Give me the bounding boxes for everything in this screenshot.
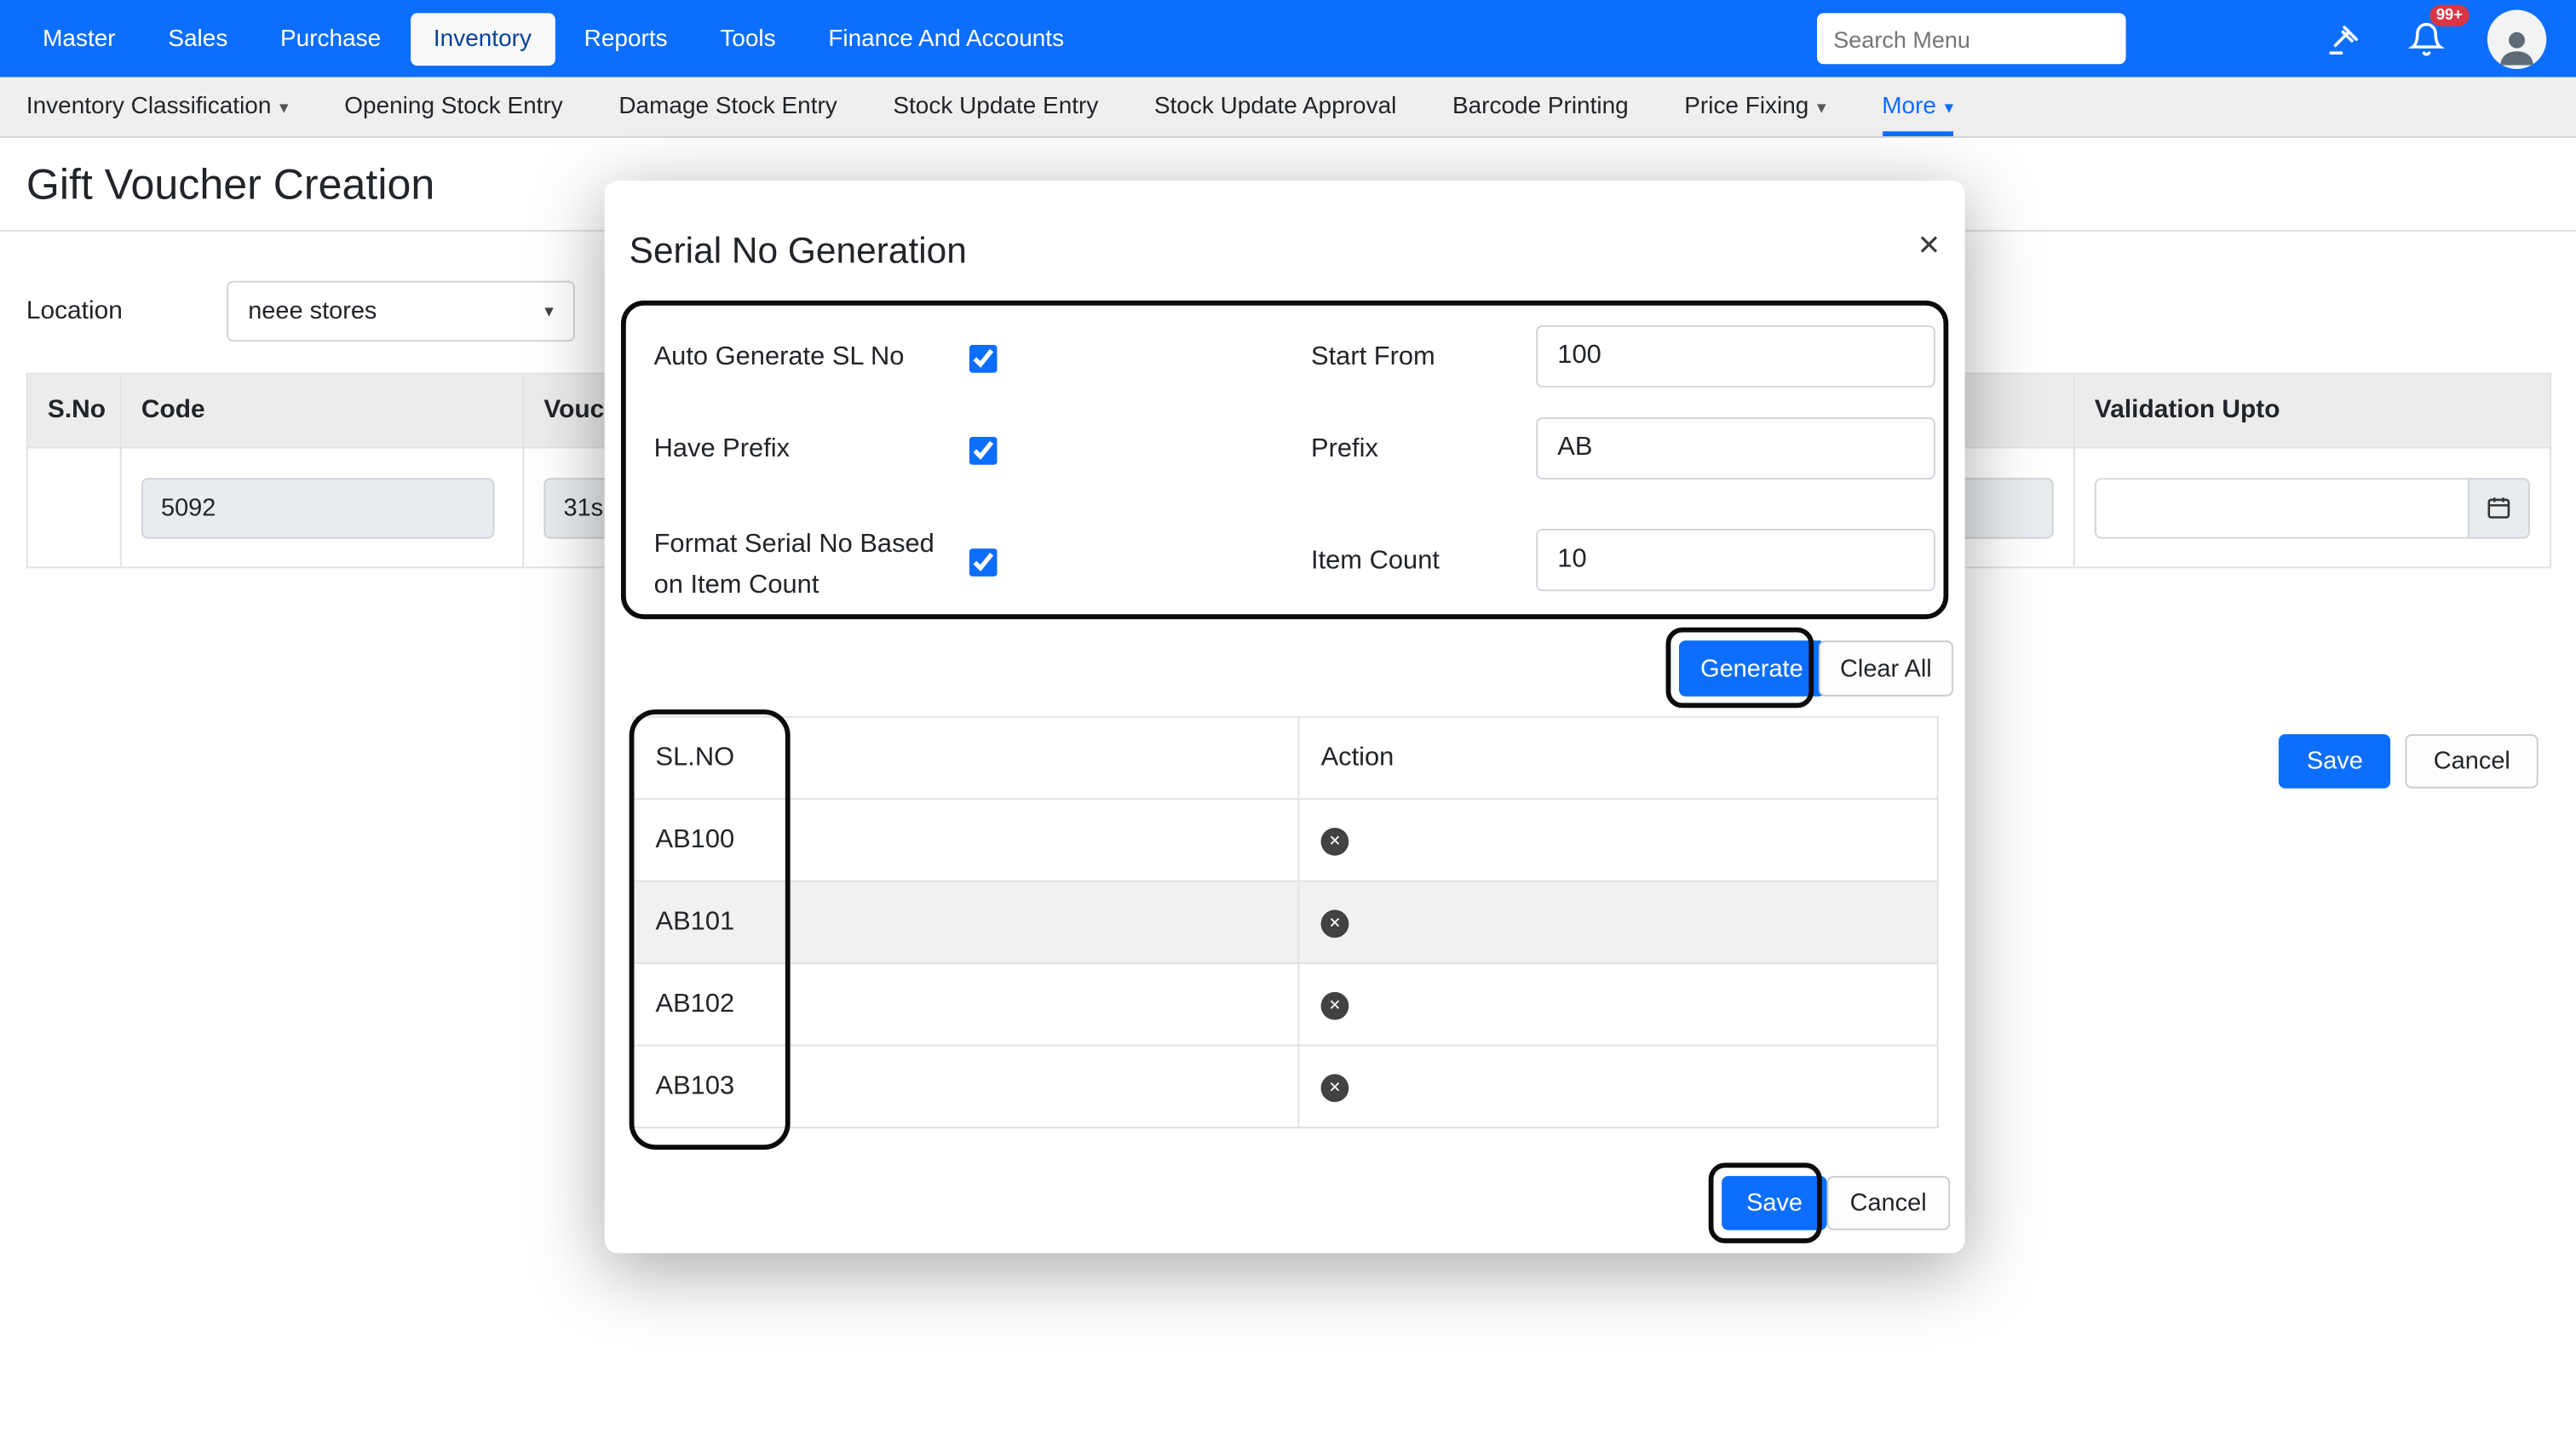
subnav-label: Inventory Classification — [26, 94, 272, 120]
nav-sales[interactable]: Sales — [145, 12, 250, 65]
serial-action-cell: ✕ — [1299, 881, 1938, 963]
delete-circle-icon[interactable]: ✕ — [1321, 992, 1349, 1020]
serial-row: AB102 ✕ — [633, 963, 1937, 1045]
nav-inventory[interactable]: Inventory — [411, 12, 555, 65]
col-sno: S.No — [27, 374, 121, 448]
serial-action-cell: ✕ — [1299, 963, 1938, 1045]
location-selected-value: neee stores — [248, 297, 377, 325]
serial-value: AB101 — [633, 881, 1298, 963]
top-navbar: Master Sales Purchase Inventory Reports … — [0, 0, 2576, 77]
page-save-button[interactable]: Save — [2279, 734, 2391, 789]
subnav-label: Opening Stock Entry — [344, 94, 562, 120]
calendar-icon[interactable] — [2468, 477, 2530, 537]
auto-generate-label: Auto Generate SL No — [654, 343, 905, 373]
modal-title: Serial No Generation — [630, 230, 967, 273]
col-code: Code — [121, 374, 523, 448]
subnav-inventory-classification[interactable]: Inventory Classification ▾ — [26, 77, 289, 136]
app-window: Master Sales Purchase Inventory Reports … — [0, 0, 2576, 1429]
serial-action-cell: ✕ — [1299, 1046, 1938, 1128]
delete-circle-icon[interactable]: ✕ — [1321, 1074, 1349, 1102]
subnav-barcode-printing[interactable]: Barcode Printing — [1452, 77, 1629, 136]
search-menu-input[interactable] — [1817, 13, 2126, 64]
clear-all-button[interactable]: Clear All — [1819, 640, 1953, 697]
serial-value: AB102 — [633, 963, 1298, 1045]
subnav-stock-update-approval[interactable]: Stock Update Approval — [1154, 77, 1396, 136]
have-prefix-label: Have Prefix — [654, 435, 790, 465]
subnav-price-fixing[interactable]: Price Fixing ▾ — [1684, 77, 1826, 136]
modal-cancel-button[interactable]: Cancel — [1827, 1176, 1950, 1231]
subnav-label: Stock Update Entry — [893, 94, 1098, 120]
cell-validation-upto — [2074, 448, 2550, 568]
nav-tools[interactable]: Tools — [697, 12, 798, 65]
page-title: Gift Voucher Creation — [26, 158, 434, 209]
chevron-down-icon: ▾ — [1817, 96, 1826, 118]
page-cancel-button[interactable]: Cancel — [2406, 734, 2539, 789]
serial-row: AB100 ✕ — [633, 799, 1937, 881]
nav-master[interactable]: Master — [20, 12, 138, 65]
notifications-bell-icon[interactable]: 99+ — [2405, 17, 2447, 60]
prefix-input[interactable] — [1536, 417, 1935, 479]
validation-date-input[interactable] — [2095, 477, 2468, 537]
serial-numbers-table: SL.NO Action AB100 ✕ AB101 ✕ AB102 ✕ — [632, 716, 1938, 1128]
col-validation-upto: Validation Upto — [2074, 374, 2550, 448]
col-slno: SL.NO — [633, 717, 1298, 799]
nav-purchase[interactable]: Purchase — [257, 12, 404, 65]
chevron-down-icon: ▾ — [1945, 96, 1954, 118]
delete-circle-icon[interactable]: ✕ — [1321, 910, 1349, 938]
item-count-label: Item Count — [1311, 547, 1440, 577]
subnav-more[interactable]: More ▾ — [1882, 77, 1953, 136]
subnav-label: More — [1882, 94, 1936, 120]
user-avatar[interactable] — [2487, 9, 2546, 68]
close-icon[interactable]: ✕ — [1911, 223, 1947, 269]
format-serial-label: Format Serial No Based on Item Count — [654, 525, 937, 607]
serial-value: AB103 — [633, 1046, 1298, 1128]
code-field — [141, 477, 495, 537]
serial-value: AB100 — [633, 799, 1298, 881]
chevron-down-icon: ▾ — [544, 301, 554, 322]
nav-finance[interactable]: Finance And Accounts — [805, 12, 1087, 65]
subnav-label: Damage Stock Entry — [618, 94, 837, 120]
delete-circle-icon[interactable]: ✕ — [1321, 828, 1349, 856]
nav-reports[interactable]: Reports — [561, 12, 691, 65]
col-action: Action — [1299, 717, 1938, 799]
serial-table-header: SL.NO Action — [633, 717, 1937, 799]
subnav-opening-stock-entry[interactable]: Opening Stock Entry — [344, 77, 562, 136]
inventory-sub-navbar: Inventory Classification ▾ Opening Stock… — [0, 77, 2576, 138]
notification-count-badge: 99+ — [2429, 4, 2470, 26]
top-nav-right: 99+ — [1817, 9, 2556, 68]
location-label: Location — [26, 296, 227, 326]
cell-code — [121, 448, 523, 568]
subnav-damage-stock-entry[interactable]: Damage Stock Entry — [618, 77, 837, 136]
serial-action-cell: ✕ — [1299, 799, 1938, 881]
subnav-label: Price Fixing — [1684, 94, 1808, 120]
gavel-icon[interactable] — [2323, 17, 2366, 60]
start-from-label: Start From — [1311, 343, 1435, 373]
cell-sno — [27, 448, 121, 568]
subnav-stock-update-entry[interactable]: Stock Update Entry — [893, 77, 1098, 136]
modal-save-button[interactable]: Save — [1722, 1176, 1827, 1231]
start-from-input[interactable] — [1536, 325, 1935, 387]
generate-button[interactable]: Generate — [1679, 640, 1825, 697]
location-select[interactable]: neee stores ▾ — [227, 281, 575, 341]
serial-row: AB103 ✕ — [633, 1046, 1937, 1128]
subnav-label: Barcode Printing — [1452, 94, 1629, 120]
have-prefix-checkbox[interactable] — [969, 437, 998, 465]
serial-no-generation-modal: Serial No Generation ✕ Auto Generate SL … — [605, 181, 1965, 1253]
auto-generate-checkbox[interactable] — [969, 345, 998, 373]
format-serial-checkbox[interactable] — [969, 548, 998, 577]
subnav-label: Stock Update Approval — [1154, 94, 1396, 120]
serial-row: AB101 ✕ — [633, 881, 1937, 963]
item-count-input[interactable] — [1536, 529, 1935, 591]
chevron-down-icon: ▾ — [279, 96, 289, 118]
prefix-label: Prefix — [1311, 435, 1378, 465]
validation-date-group — [2095, 477, 2530, 537]
